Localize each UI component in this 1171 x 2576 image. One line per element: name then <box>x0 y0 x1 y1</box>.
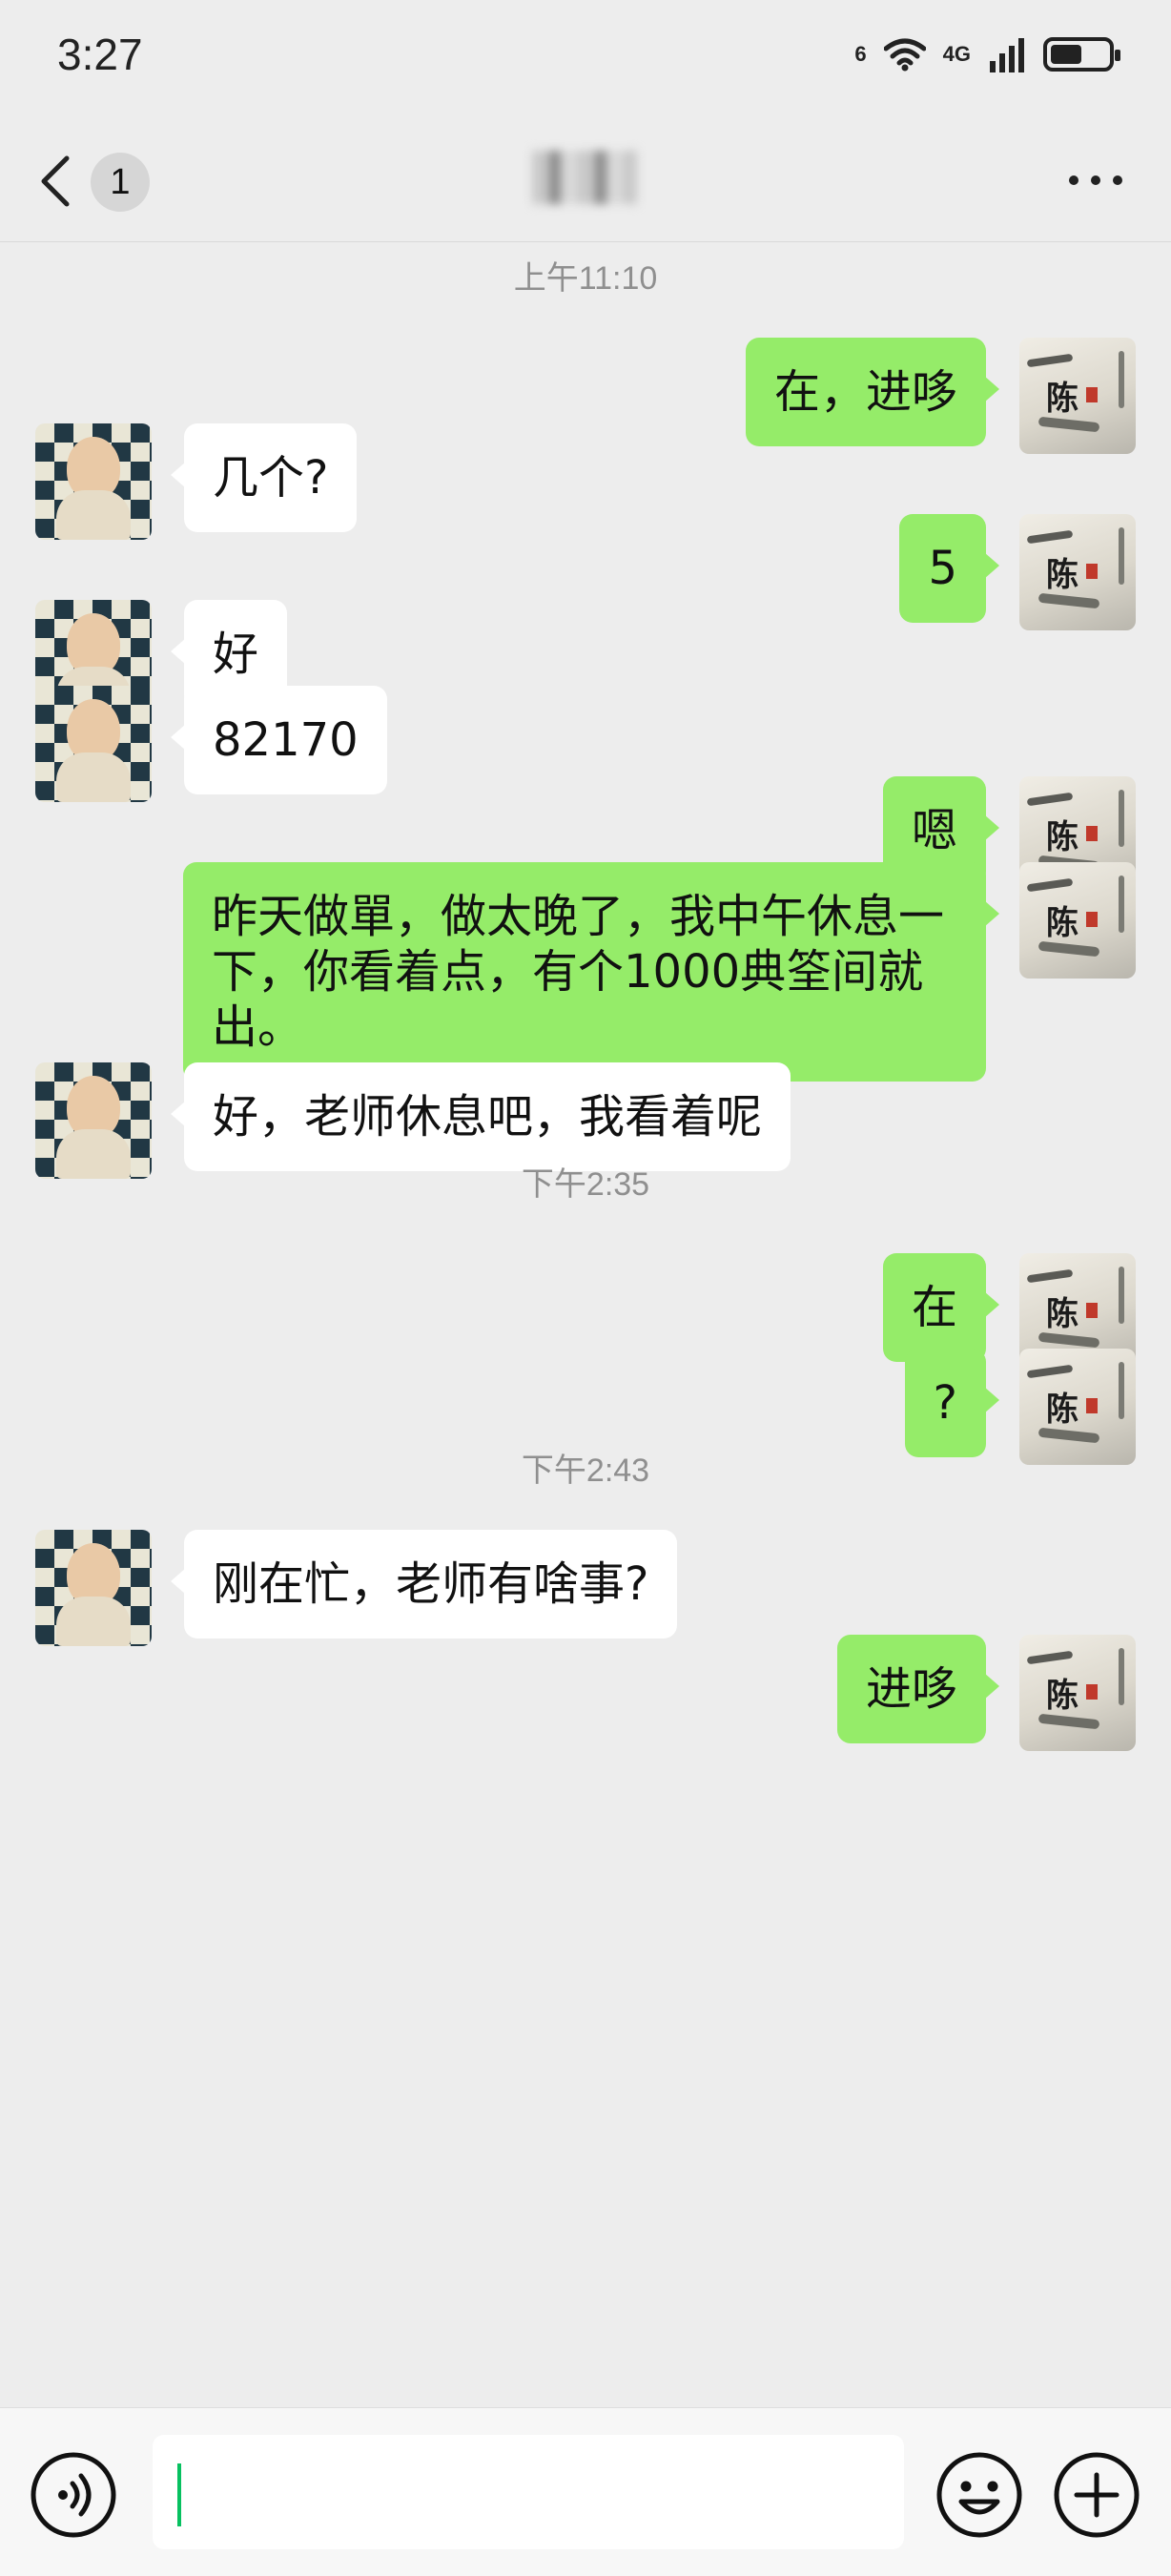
input-bar <box>0 2407 1171 2576</box>
status-bar: 3:27 6 4G <box>0 0 1171 114</box>
network-label: 4G <box>942 42 971 66</box>
battery-level <box>1051 45 1081 64</box>
unread-count-badge[interactable]: 1 <box>91 153 150 212</box>
message-list[interactable]: 上午11:10 陈在，进哆 几个? 陈 5 好 82170 陈嗯陈昨天做單，做太晚了，我中午休… <box>0 242 1171 2407</box>
sent-message-bubble[interactable]: 在，进哆 <box>745 338 1000 446</box>
voice-icon[interactable] <box>29 2450 118 2540</box>
sent-message-bubble[interactable]: 昨天做單，做太晚了，我中午休息一下，你看着点，有个1000典筌间就出。 <box>183 862 999 1082</box>
contact-name[interactable] <box>532 151 637 204</box>
my-avatar[interactable]: 陈 <box>1019 338 1136 454</box>
battery-icon <box>1043 37 1120 72</box>
received-message-bubble[interactable]: 几个? <box>170 423 358 532</box>
wifi-icon <box>883 38 926 72</box>
chevron-left-icon[interactable] <box>29 147 86 216</box>
sent-message-bubble[interactable]: 在 <box>882 1253 1000 1362</box>
status-time: 3:27 <box>57 30 143 79</box>
contact-avatar[interactable] <box>35 686 152 802</box>
status-icons: 6 4G <box>854 36 1120 72</box>
sent-message-bubble[interactable]: ? <box>904 1349 1000 1457</box>
wifi-label: 6 <box>854 42 867 66</box>
message-timestamp: 下午2:35 <box>521 1166 650 1203</box>
chat-header: 1 <box>0 124 1171 238</box>
my-avatar[interactable]: 陈 <box>1019 514 1136 630</box>
sent-message-bubble[interactable]: 5 <box>899 514 999 623</box>
my-avatar[interactable]: 陈 <box>1019 1635 1136 1751</box>
message-input[interactable] <box>153 2435 904 2549</box>
my-avatar[interactable]: 陈 <box>1019 862 1136 979</box>
plus-icon[interactable] <box>1052 2450 1141 2540</box>
ellipsis-icon[interactable] <box>1066 166 1125 195</box>
contact-avatar[interactable] <box>35 423 152 540</box>
received-message-bubble[interactable]: 82170 <box>171 686 387 794</box>
message-timestamp: 下午2:43 <box>521 1453 650 1489</box>
signal-icon <box>990 38 1024 72</box>
sent-message-bubble[interactable]: 进哆 <box>836 1635 1000 1743</box>
received-message-bubble[interactable]: 刚在忙，老师有啥事? <box>170 1530 678 1638</box>
text-cursor <box>177 2463 181 2526</box>
emoji-icon[interactable] <box>935 2450 1024 2540</box>
contact-avatar[interactable] <box>35 1530 152 1646</box>
received-message-bubble[interactable]: 好，老师休息吧，我看着呢 <box>170 1062 791 1171</box>
message-timestamp: 上午11:10 <box>513 260 658 297</box>
